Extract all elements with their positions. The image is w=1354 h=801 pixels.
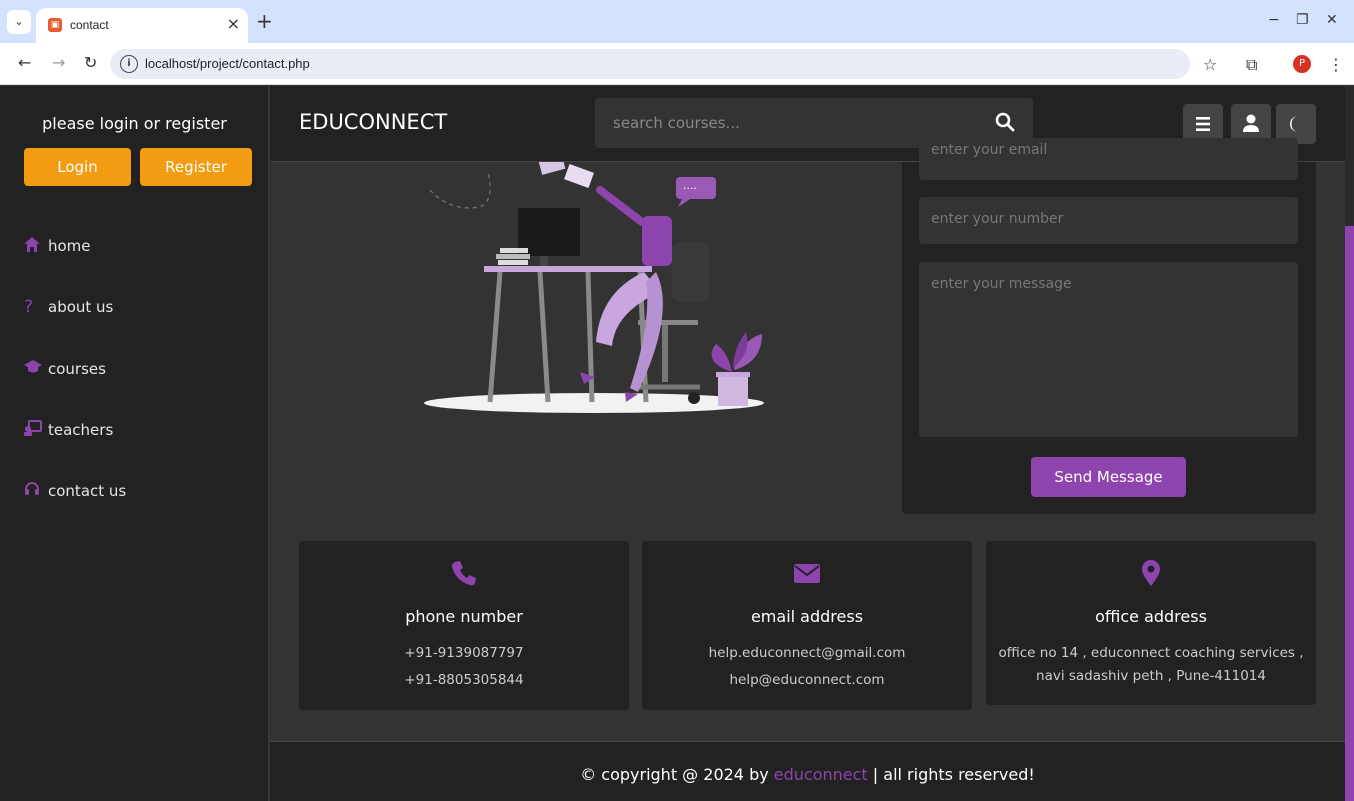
bookmark-star-icon[interactable]: ☆ [1203,55,1217,74]
tab-search-dropdown[interactable]: ⌄ [7,10,31,34]
new-tab-icon[interactable]: + [256,9,273,33]
email-address-2[interactable]: help@educonnect.com [642,672,972,688]
card-title: phone number [405,607,523,626]
close-window-icon[interactable]: ✕ [1326,12,1338,28]
sidebar-item-courses[interactable]: courses [24,357,106,381]
site-logo[interactable]: EDUCONNECT [299,110,447,134]
contact-illustration: ···· [424,162,764,413]
sidebar-item-label: courses [48,360,106,378]
profile-avatar[interactable]: P [1293,55,1311,73]
browser-tab-strip: ⌄ ▣ contact × + − ❐ ✕ [0,0,1354,43]
phone-card: phone number +91-9139087797 +91-88053058… [299,541,629,710]
email-placeholder: enter your email [931,142,1048,158]
sidebar-item-about-us[interactable]: ? about us [24,295,113,319]
footer-copyright-prefix: © copyright @ 2024 by [580,765,774,784]
xampp-favicon-icon: ▣ [48,18,62,32]
card-title: office address [1095,607,1207,626]
url-text: localhost/project/contact.php [145,56,310,71]
login-prompt: please login or register [42,114,227,133]
phone-number-2[interactable]: +91-8805305844 [299,672,629,688]
sidebar-item-teachers[interactable]: teachers [24,418,113,442]
question-icon: ? [24,297,34,317]
register-button[interactable]: Register [140,148,252,186]
url-field[interactable]: i localhost/project/contact.php [110,49,1190,79]
search-icon[interactable] [995,112,1015,132]
extensions-icon[interactable]: ⧉ [1246,55,1257,75]
card-title: email address [750,607,864,626]
office-card: office address office no 14 , educonnect… [986,541,1316,705]
phone-number-1[interactable]: +91-9139087797 [299,645,629,661]
sidebar-item-contact-us[interactable]: contact us [24,479,126,503]
browser-tab[interactable]: ▣ contact × [36,8,248,43]
site-footer: © copyright @ 2024 by educonnect | all r… [270,741,1345,801]
graduation-cap-icon [24,360,48,378]
sidebar-item-label: about us [48,298,114,316]
sidebar-item-label: contact us [48,482,127,500]
svg-text:····: ···· [683,182,697,195]
sidebar: please login or register Login Register … [0,86,269,801]
number-placeholder: enter your number [931,211,1064,227]
tab-close-icon[interactable]: × [227,14,240,33]
sidebar-item-home[interactable]: home [24,234,91,258]
chalkboard-teacher-icon [24,420,48,440]
phone-icon [452,561,476,586]
home-icon [24,236,48,256]
scrollbar-thumb[interactable] [1345,226,1354,801]
headset-icon [24,481,48,501]
search-placeholder: search courses... [613,114,740,132]
email-card: email address help.educonnect@gmail.com … [642,541,972,710]
address-bar: ← → ↻ i localhost/project/contact.php ☆ … [0,43,1354,85]
contact-form: enter your email enter your number enter… [902,138,1316,514]
tab-title: contact [70,18,109,32]
email-address-1[interactable]: help.educonnect@gmail.com [642,645,972,661]
reload-icon[interactable]: ↻ [84,53,97,72]
footer-brand-link[interactable]: educonnect [774,765,868,784]
forward-icon[interactable]: → [52,53,65,72]
sidebar-item-label: teachers [48,421,114,439]
message-textarea[interactable]: enter your message [919,262,1298,437]
number-field[interactable]: enter your number [919,197,1298,244]
footer-copyright-suffix: | all rights reserved! [867,765,1035,784]
send-message-button[interactable]: Send Message [1031,457,1186,497]
office-address-line-1: office no 14 , educonnect coaching servi… [998,645,1304,661]
email-field[interactable]: enter your email [919,138,1298,180]
minimize-icon[interactable]: − [1268,12,1280,28]
envelope-icon [794,564,820,583]
back-icon[interactable]: ← [18,53,31,72]
restore-icon[interactable]: ❐ [1296,12,1309,28]
browser-menu-icon[interactable]: ⋮ [1328,55,1344,74]
office-address-line-2: navi sadashiv peth , Pune-411014 [1036,668,1266,684]
message-placeholder: enter your message [931,276,1072,292]
sidebar-item-label: home [48,237,91,255]
map-marker-icon [1142,560,1160,586]
site-info-icon[interactable]: i [120,55,138,73]
login-button[interactable]: Login [24,148,131,186]
